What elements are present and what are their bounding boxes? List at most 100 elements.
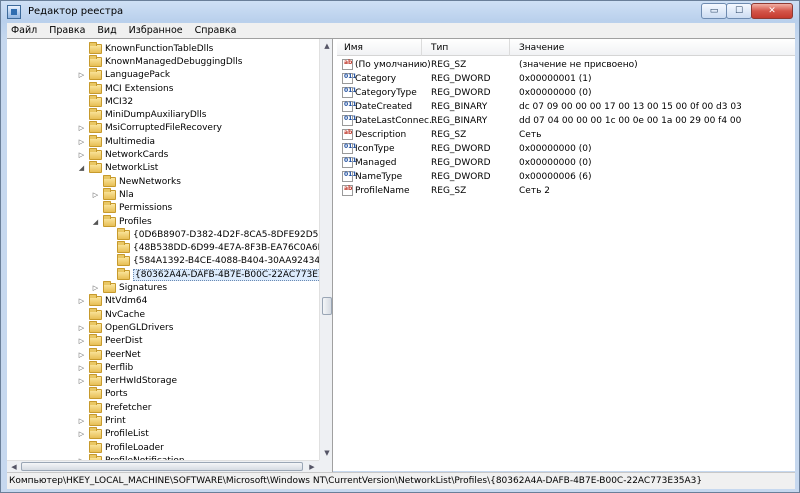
menu-edit[interactable]: Правка bbox=[49, 25, 85, 36]
tree-item[interactable]: ▷ Signatures bbox=[91, 281, 167, 294]
folder-icon bbox=[89, 414, 102, 427]
expand-toggle-icon[interactable]: ▷ bbox=[91, 284, 100, 293]
folder-icon bbox=[117, 254, 130, 267]
tree-item-label: Perflib bbox=[105, 362, 134, 373]
binary-value-icon: 011 bbox=[342, 157, 357, 168]
value-row[interactable]: ab ProfileName REG_SZ Сеть 2 bbox=[337, 184, 795, 198]
minimize-icon: ▭ bbox=[709, 6, 719, 16]
expand-toggle-icon[interactable]: ▷ bbox=[77, 430, 86, 439]
scroll-up-icon[interactable]: ▲ bbox=[320, 39, 332, 53]
expand-toggle-icon[interactable]: ▷ bbox=[77, 363, 86, 372]
tree-item[interactable]: ▷ Nla bbox=[91, 187, 134, 201]
tree-item[interactable]: Prefetcher bbox=[77, 400, 151, 414]
maximize-button[interactable]: ☐ bbox=[726, 3, 752, 19]
tree-item[interactable]: ▷ OpenGLDrivers bbox=[77, 320, 173, 334]
expand-toggle-icon[interactable]: ▷ bbox=[91, 190, 100, 199]
expand-toggle-icon[interactable]: ▷ bbox=[77, 297, 86, 306]
tree-item[interactable]: ▷ Perflib bbox=[77, 360, 134, 374]
tree-item-label: NvCache bbox=[105, 309, 146, 320]
tree-item[interactable]: {584A1392-B4CE-4088-B404-30AA92434286} bbox=[105, 254, 319, 268]
close-button[interactable]: ✕ bbox=[751, 3, 793, 19]
tree-item[interactable]: KnownManagedDebuggingDlls bbox=[77, 54, 243, 68]
tree-item[interactable]: ◢ NetworkList bbox=[77, 161, 159, 175]
tree-item[interactable]: ▷ ProfileList bbox=[77, 427, 149, 441]
value-name: IconType bbox=[355, 144, 395, 154]
scroll-down-icon[interactable]: ▼ bbox=[320, 446, 332, 460]
menu-file[interactable]: Файл bbox=[11, 25, 37, 36]
expand-toggle-icon[interactable]: ▷ bbox=[77, 124, 86, 133]
expand-toggle-icon[interactable]: ▷ bbox=[77, 151, 86, 160]
tree-item[interactable]: NvCache bbox=[77, 307, 146, 321]
tree-item[interactable]: ▷ Print bbox=[77, 414, 126, 427]
column-header-value[interactable]: Значение bbox=[519, 43, 564, 53]
tree-item-label: KnownManagedDebuggingDlls bbox=[105, 56, 243, 67]
value-row[interactable]: 011 Category REG_DWORD 0x00000001 (1) bbox=[337, 72, 795, 86]
value-row[interactable]: 011 NameType REG_DWORD 0x00000006 (6) bbox=[337, 170, 795, 184]
tree-item[interactable]: ProfileLoader bbox=[77, 440, 164, 454]
value-name: Managed bbox=[355, 158, 397, 168]
expand-toggle-icon[interactable]: ▷ bbox=[77, 337, 86, 346]
expand-toggle-icon[interactable]: ▷ bbox=[77, 417, 86, 426]
tree-scroll-thumb[interactable] bbox=[322, 297, 332, 315]
menu-favorites[interactable]: Избранное bbox=[129, 25, 183, 36]
tree-item[interactable]: ▷ NetworkCards bbox=[77, 148, 168, 161]
tree-item[interactable]: ▷ PerHwIdStorage bbox=[77, 374, 177, 388]
value-row[interactable]: 011 Managed REG_DWORD 0x00000000 (0) bbox=[337, 156, 795, 170]
tree-item[interactable]: {0D6B8907-D382-4D2F-8CA5-8DFE92D5F52A} bbox=[105, 227, 319, 241]
registry-tree-pane: KnownFunctionTableDlls KnownManagedDebugg… bbox=[7, 39, 333, 472]
value-row[interactable]: 011 CategoryType REG_DWORD 0x00000000 (0) bbox=[337, 86, 795, 100]
folder-icon bbox=[89, 54, 102, 67]
tree-item[interactable]: ◢ Profiles bbox=[91, 214, 152, 228]
tree-item[interactable]: MCI Extensions bbox=[77, 81, 173, 95]
tree-item-label: NetworkCards bbox=[105, 150, 169, 161]
menu-help[interactable]: Справка bbox=[195, 25, 237, 36]
expand-toggle-icon[interactable]: ▷ bbox=[77, 323, 86, 332]
value-data: 0x00000001 (1) bbox=[519, 74, 592, 84]
tree-horizontal-scrollbar[interactable]: ◀ ▶ bbox=[7, 460, 319, 472]
tree-item-label: PeerDist bbox=[105, 336, 143, 347]
expand-toggle-icon[interactable]: ▷ bbox=[77, 377, 86, 386]
tree-item[interactable]: NewNetworks bbox=[91, 174, 181, 188]
tree-item[interactable]: ▷ PeerDist bbox=[77, 334, 143, 348]
tree-item[interactable]: ▷ Multimedia bbox=[77, 134, 155, 148]
tree-item[interactable]: Ports bbox=[77, 387, 128, 401]
binary-value-icon: 011 bbox=[342, 171, 357, 182]
tree-item[interactable]: MiniDumpAuxiliaryDlls bbox=[77, 108, 206, 122]
value-row[interactable]: 011 DateCreated REG_BINARY dc 07 09 00 00 0… bbox=[337, 100, 795, 114]
tree-item-label: PeerNet bbox=[105, 349, 141, 360]
expand-toggle-icon[interactable]: ▷ bbox=[77, 350, 86, 359]
value-row[interactable]: 011 DateLastConnec... REG_BINARY dd 07 04 0… bbox=[337, 114, 795, 128]
minimize-button[interactable]: ▭ bbox=[701, 3, 727, 19]
scroll-right-icon[interactable]: ▶ bbox=[305, 461, 319, 472]
menu-view[interactable]: Вид bbox=[97, 25, 116, 36]
tree-item[interactable]: Permissions bbox=[91, 201, 172, 215]
tree-item[interactable]: MCI32 bbox=[77, 94, 133, 108]
column-header-type[interactable]: Тип bbox=[431, 43, 448, 53]
tree-item[interactable]: {48B538DD-6D99-4E7A-8F3B-EA76C0A6E450} bbox=[105, 241, 319, 255]
folder-icon bbox=[89, 334, 102, 347]
title-bar[interactable]: Редактор реестра ▭ ☐ ✕ bbox=[1, 1, 799, 23]
tree-item-label: NetworkList bbox=[105, 163, 159, 174]
value-data: 0x00000000 (0) bbox=[519, 144, 592, 154]
value-row[interactable]: 011 IconType REG_DWORD 0x00000000 (0) bbox=[337, 142, 795, 156]
expand-toggle-icon[interactable]: ◢ bbox=[91, 217, 100, 226]
value-row[interactable]: ab Description REG_SZ Сеть bbox=[337, 128, 795, 142]
tree-item[interactable]: ▷ PeerNet bbox=[77, 347, 141, 361]
tree-item[interactable]: {80362A4A-DAFB-4B7E-B00C-22AC773E35A3} bbox=[105, 267, 319, 281]
tree-vertical-scrollbar[interactable]: ▲ ▼ bbox=[319, 39, 332, 460]
expand-toggle-icon[interactable]: ▷ bbox=[77, 137, 86, 146]
tree-item[interactable]: KnownFunctionTableDlls bbox=[77, 41, 213, 55]
value-type: REG_DWORD bbox=[431, 74, 491, 84]
tree-item[interactable]: ▷ MsiCorruptedFileRecovery bbox=[77, 121, 222, 135]
tree-item[interactable]: ▷ NtVdm64 bbox=[77, 294, 147, 308]
tree-hscroll-thumb[interactable] bbox=[21, 462, 303, 471]
column-header-name[interactable]: Имя bbox=[344, 43, 363, 53]
expand-toggle-icon[interactable]: ▷ bbox=[77, 71, 86, 80]
scroll-left-icon[interactable]: ◀ bbox=[7, 461, 21, 472]
expand-toggle-icon[interactable]: ◢ bbox=[77, 164, 86, 173]
folder-icon bbox=[89, 81, 102, 94]
tree-item[interactable]: ▷ LanguagePack bbox=[77, 68, 170, 82]
folder-icon bbox=[103, 281, 116, 294]
value-row[interactable]: ab (По умолчанию) REG_SZ (значение не присв… bbox=[337, 58, 795, 72]
